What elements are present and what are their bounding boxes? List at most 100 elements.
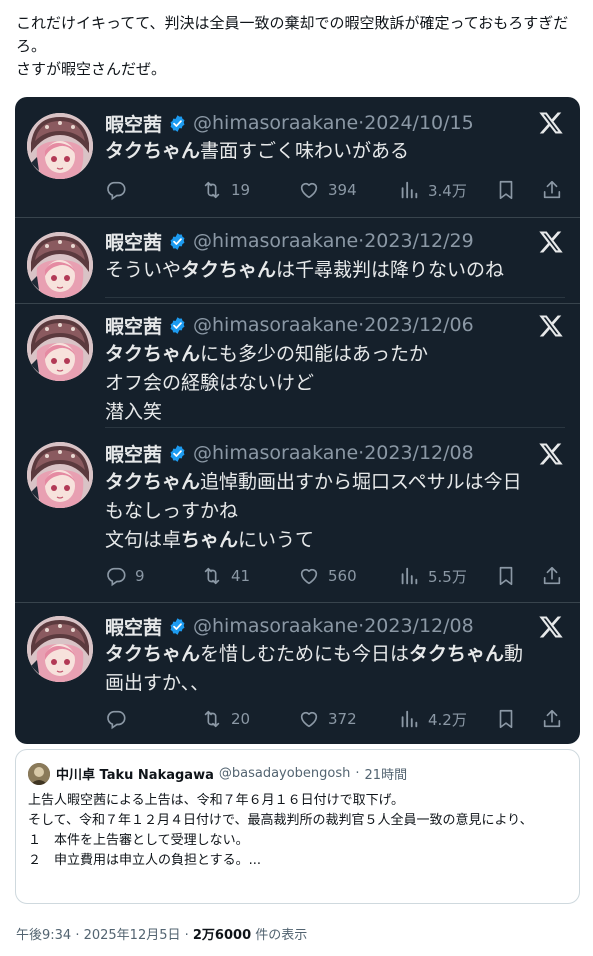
avatar[interactable]	[27, 442, 93, 508]
tweet-text-part: そういや	[105, 259, 182, 281]
bookmark-icon	[495, 179, 517, 201]
like-icon	[298, 179, 320, 201]
reply-button[interactable]	[105, 176, 127, 204]
like-button[interactable]: 372	[298, 705, 357, 733]
x-logo-icon	[538, 441, 564, 467]
tweet-text: そういやタクちゃんは千尋裁判は降りないのね	[105, 256, 565, 285]
tweet-text-bold: タクちゃん	[181, 259, 277, 281]
tweet-text: タクちゃん追悼動画出すから堀口スペサルは今日 もなしっすかね 文句は卓ちゃんにい…	[105, 468, 565, 555]
avatar[interactable]	[27, 113, 93, 179]
tweet-text-part: 追悼動画出すから堀口スペサルは今日	[200, 471, 522, 493]
user-handle[interactable]: @himasoraakane	[193, 442, 358, 464]
avatar[interactable]	[27, 315, 93, 381]
views-icon	[398, 708, 420, 730]
quote-text: 上告人暇空茜による上告は、令和７年６月１６日付けで取下げ。 そして、令和７年１２…	[28, 793, 533, 868]
display-name[interactable]: 暇空茜	[105, 110, 162, 137]
like-button[interactable]: 560	[298, 562, 357, 590]
display-name[interactable]: 暇空茜	[105, 440, 162, 467]
divider	[105, 297, 565, 298]
quote-time[interactable]: 21時間	[365, 764, 408, 783]
divider	[105, 427, 565, 428]
tweet-line: 潜入笑	[105, 401, 163, 423]
tweet-date[interactable]: 2023/12/08	[364, 442, 474, 464]
like-icon	[298, 565, 320, 587]
user-handle[interactable]: @himasoraakane	[193, 230, 358, 252]
retweet-icon	[201, 708, 223, 730]
tweet-date[interactable]: 2023/12/08	[364, 615, 474, 637]
views-count: 4.2万	[428, 710, 467, 729]
share-button[interactable]	[541, 176, 563, 204]
share-button[interactable]	[541, 562, 563, 590]
post-meta: 午後9:34 · 2025年12月5日 · 2万6000 件の表示	[16, 924, 307, 943]
tweet-text-bold: タクちゃん	[105, 643, 201, 665]
user-handle[interactable]: @himasoraakane	[193, 112, 358, 134]
retweet-icon	[201, 179, 223, 201]
avatar[interactable]	[27, 232, 93, 298]
retweet-button[interactable]: 20	[201, 705, 250, 733]
tweet-date[interactable]: 2023/12/29	[364, 230, 474, 252]
display-name[interactable]: 暇空茜	[105, 312, 162, 339]
tweet-line: 文句は卓ちゃんにいうて	[105, 526, 565, 555]
tweet-text-part: 文句は卓	[105, 529, 182, 551]
bookmark-button[interactable]	[495, 176, 517, 204]
verified-icon	[168, 617, 187, 636]
retweet-count: 19	[231, 181, 251, 199]
share-icon	[541, 179, 563, 201]
bookmark-button[interactable]	[495, 705, 517, 733]
retweet-button[interactable]: 19	[201, 176, 250, 204]
verified-icon	[168, 316, 187, 335]
tweet-actions: 19 394 3.4万	[105, 176, 565, 204]
like-button[interactable]: 394	[298, 176, 357, 204]
views-button[interactable]: 3.4万	[398, 176, 467, 204]
reply-button[interactable]	[105, 705, 127, 733]
retweet-count: 41	[231, 567, 251, 585]
quote-handle[interactable]: @basadayobengosh	[219, 766, 351, 781]
views-button[interactable]: 5.5万	[398, 562, 467, 590]
tweet-text-part: にも多少の知能はあったか	[200, 343, 429, 365]
post-views-label: 件の表示	[251, 928, 308, 943]
views-count: 5.5万	[428, 567, 467, 586]
tweet-text-part: 動	[504, 643, 524, 665]
tweet-header: 暇空茜 @himasoraakane · 2023/12/29	[105, 226, 474, 256]
tweet-actions: 9 41 560 5.5万	[105, 562, 565, 590]
tweet-actions: 20 372 4.2万	[105, 705, 565, 733]
divider	[15, 217, 580, 218]
tweet-text: タクちゃん書面すごく味わいがある	[105, 137, 565, 166]
post-timestamp[interactable]: 午後9:34 · 2025年12月5日 ·	[16, 928, 193, 943]
bookmark-button[interactable]	[495, 562, 517, 590]
bookmark-icon	[495, 708, 517, 730]
tweet-date[interactable]: 2023/12/06	[364, 314, 474, 336]
reply-button[interactable]: 9	[105, 562, 145, 590]
tweet-line: もなしっすかね	[105, 500, 239, 522]
share-button[interactable]	[541, 705, 563, 733]
tweet-text-part: にいうて	[238, 529, 315, 551]
user-handle[interactable]: @himasoraakane	[193, 314, 358, 336]
x-logo-icon	[538, 614, 564, 640]
quoted-post[interactable]: 中川卓 Taku Nakagawa @basadayobengosh · 21時…	[15, 749, 580, 904]
views-button[interactable]: 4.2万	[398, 705, 467, 733]
display-name[interactable]: 暇空茜	[105, 613, 162, 640]
user-handle[interactable]: @himasoraakane	[193, 615, 358, 637]
x-logo-icon	[538, 229, 564, 255]
views-icon	[398, 565, 420, 587]
like-count: 372	[328, 710, 357, 728]
reply-count: 9	[135, 567, 145, 585]
display-name[interactable]: 暇空茜	[105, 228, 162, 255]
views-icon	[398, 179, 420, 201]
tweet-text-part: 書面すごく味わいがある	[200, 140, 410, 162]
tweet-header: 暇空茜 @himasoraakane · 2023/12/08	[105, 438, 474, 468]
quote-display-name[interactable]: 中川卓 Taku Nakagawa	[56, 764, 214, 783]
tweet-text: タクちゃんにも多少の知能はあったか オフ会の経験はないけど 潜入笑	[105, 340, 565, 427]
quote-avatar[interactable]	[28, 763, 50, 785]
tweet-line: 画出すか、、	[105, 672, 210, 694]
avatar[interactable]	[27, 616, 93, 682]
tweet-date[interactable]: 2024/10/15	[364, 112, 474, 134]
like-count: 560	[328, 567, 357, 585]
share-icon	[541, 565, 563, 587]
tweet-text-part: を惜しむためにも今日は	[200, 643, 410, 665]
divider	[15, 303, 580, 304]
retweet-button[interactable]: 41	[201, 562, 250, 590]
verified-icon	[168, 114, 187, 133]
views-count: 3.4万	[428, 181, 467, 200]
tweet-text-bold: タクちゃん	[409, 643, 505, 665]
